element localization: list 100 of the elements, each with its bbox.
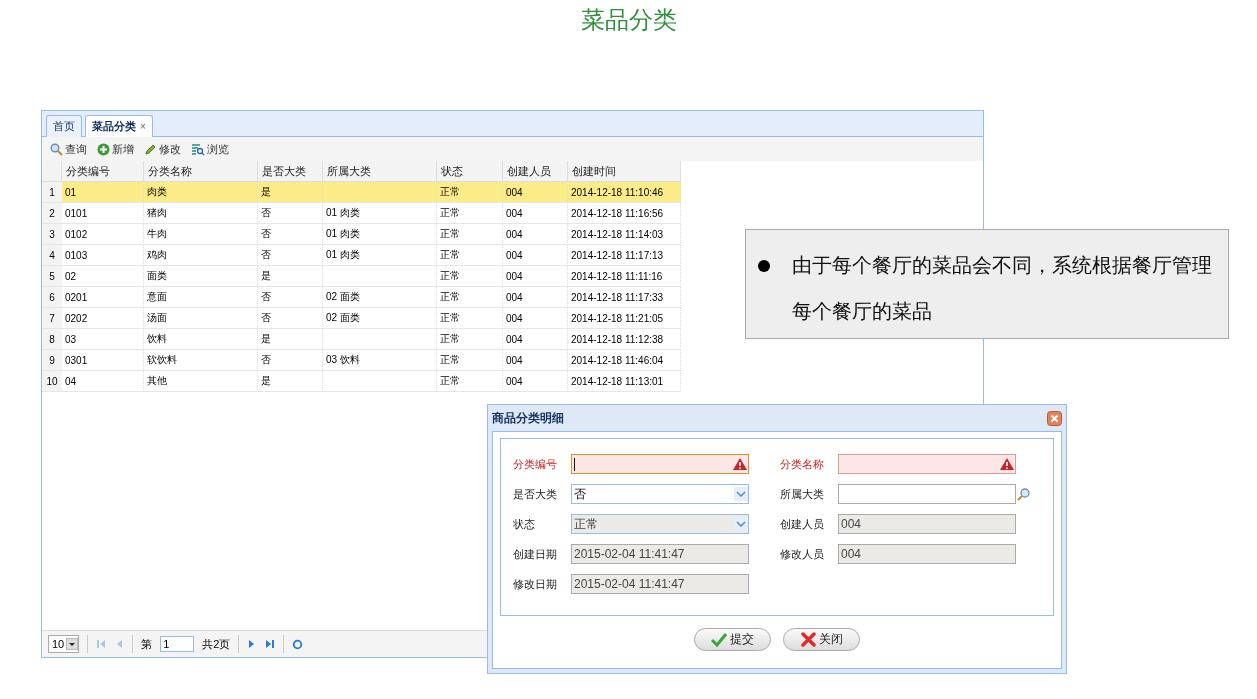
table-cell: 正常 (437, 329, 503, 350)
table-cell: 否 (258, 245, 323, 266)
tab[interactable]: 首页 (46, 115, 82, 137)
table-cell: 否 (258, 287, 323, 308)
tab[interactable]: 菜品分类 × (85, 115, 153, 137)
table-cell: 猪肉 (144, 203, 258, 224)
table-row[interactable]: 2 0101 猪肉 否 01 肉类 正常 004 2014-12-18 11:16:56 (42, 203, 683, 224)
column-header[interactable]: 分类名称 (144, 161, 258, 182)
table-cell: 是 (258, 329, 323, 350)
table-cell: 牛肉 (144, 224, 258, 245)
dialog-button[interactable]: 关闭 (783, 628, 860, 651)
table-row[interactable]: 10 04 其他 是 正常 004 2014-12-18 11:13:01 (42, 371, 683, 392)
field-label: 所属大类 (780, 486, 825, 502)
table-cell: 004 (503, 329, 568, 350)
close-icon[interactable]: × (140, 121, 146, 132)
input-field[interactable]: 否 (571, 484, 749, 504)
row-number: 6 (42, 287, 62, 308)
row-number: 2 (42, 203, 62, 224)
table-row[interactable]: 4 0103 鸡肉 否 01 肉类 正常 004 2014-12-18 11:17:13 (42, 245, 683, 266)
table-row[interactable]: 5 02 面类 是 正常 004 2014-12-18 11:11:16 (42, 266, 683, 287)
table-cell: 0103 (62, 245, 144, 266)
input-field[interactable] (571, 454, 749, 474)
table-cell: 004 (503, 350, 568, 371)
row-number: 5 (42, 266, 62, 287)
table-cell: 004 (503, 224, 568, 245)
page-count: 共2页 (202, 636, 231, 652)
page-input[interactable]: 1 (160, 636, 195, 652)
column-header[interactable]: 状态 (437, 161, 503, 182)
table-cell: 正常 (437, 266, 503, 287)
column-header[interactable]: 是否大类 (258, 161, 323, 182)
row-number: 10 (42, 371, 62, 392)
input-field[interactable] (838, 484, 1016, 504)
page-label: 第 (141, 636, 153, 652)
table-cell: 面类 (144, 266, 258, 287)
table-cell: 否 (258, 224, 323, 245)
toolbar-button[interactable]: 查询 (50, 141, 87, 157)
table-cell: 正常 (437, 308, 503, 329)
table-cell: 004 (503, 245, 568, 266)
table-cell: 软饮料 (144, 350, 258, 371)
row-number: 8 (42, 329, 62, 350)
table-cell: 03 (62, 329, 144, 350)
toolbar-button[interactable]: 修改 (144, 141, 181, 157)
table-row[interactable]: 3 0102 牛肉 否 01 肉类 正常 004 2014-12-18 11:14:03 (42, 224, 683, 245)
table-cell: 004 (503, 203, 568, 224)
table-row[interactable]: 1 01 肉类 是 正常 004 2014-12-18 11:10:46 (42, 182, 683, 203)
table-cell: 意面 (144, 287, 258, 308)
table-cell: 饮料 (144, 329, 258, 350)
table-cell: 否 (258, 308, 323, 329)
toolbar-button[interactable]: 新增 (97, 141, 134, 157)
table-cell: 01 肉类 (323, 245, 437, 266)
table-cell: 2014-12-18 11:13:01 (568, 371, 681, 392)
dropdown-arrow-icon[interactable] (66, 638, 79, 650)
search-icon[interactable] (1016, 486, 1031, 502)
column-header[interactable]: 创建人员 (503, 161, 568, 182)
column-header[interactable]: 创建时间 (568, 161, 681, 182)
table-cell: 正常 (437, 287, 503, 308)
table-cell: 2014-12-18 11:17:33 (568, 287, 681, 308)
table-cell: 2014-12-18 11:16:56 (568, 203, 681, 224)
field-label: 是否大类 (513, 486, 558, 502)
table-row[interactable]: 7 0202 汤面 否 02 面类 正常 004 2014-12-18 11:21:05 (42, 308, 683, 329)
field-label: 分类编号 (513, 456, 558, 472)
table-row[interactable]: 6 0201 意面 否 02 面类 正常 004 2014-12-18 11:17:33 (42, 287, 683, 308)
table-row[interactable]: 9 0301 软饮料 否 03 饮料 正常 004 2014-12-18 11:46:04 (42, 350, 683, 371)
table-cell: 01 肉类 (323, 203, 437, 224)
column-header[interactable]: 所属大类 (323, 161, 437, 182)
search-icon (50, 142, 63, 156)
table-cell: 2014-12-18 11:11:16 (568, 266, 681, 287)
first-page-icon[interactable] (96, 639, 107, 649)
table-row[interactable]: 8 03 饮料 是 正常 004 2014-12-18 11:12:38 (42, 329, 683, 350)
last-page-icon[interactable] (265, 639, 276, 649)
input-field[interactable] (838, 454, 1016, 474)
field-label: 分类名称 (780, 456, 825, 472)
warning-icon (732, 457, 748, 471)
close-icon[interactable] (1047, 410, 1062, 426)
table-cell: 02 面类 (323, 308, 437, 329)
field-label: 状态 (513, 516, 536, 532)
table-cell: 004 (503, 182, 568, 203)
table-cell: 0301 (62, 350, 144, 371)
row-number: 9 (42, 350, 62, 371)
table-cell: 02 面类 (323, 287, 437, 308)
row-number: 4 (42, 245, 62, 266)
table-cell: 正常 (437, 224, 503, 245)
plus-icon (97, 142, 110, 156)
refresh-icon[interactable] (292, 638, 304, 650)
table-cell: 正常 (437, 182, 503, 203)
table-cell: 0101 (62, 203, 144, 224)
table-cell: 01 肉类 (323, 224, 437, 245)
table-cell: 其他 (144, 371, 258, 392)
bullet-icon (758, 260, 770, 272)
table-cell: 0102 (62, 224, 144, 245)
dialog-button[interactable]: 提交 (694, 628, 771, 651)
table-cell: 否 (258, 350, 323, 371)
page-title: 菜品分类 (579, 5, 678, 35)
toolbar-button[interactable]: 浏览 (191, 141, 229, 157)
column-header[interactable]: 分类编号 (62, 161, 144, 182)
table-cell: 004 (503, 371, 568, 392)
table-cell: 004 (503, 266, 568, 287)
row-number: 1 (42, 182, 62, 203)
page-size-select[interactable]: 10 (48, 635, 80, 653)
table-cell: 正常 (437, 245, 503, 266)
